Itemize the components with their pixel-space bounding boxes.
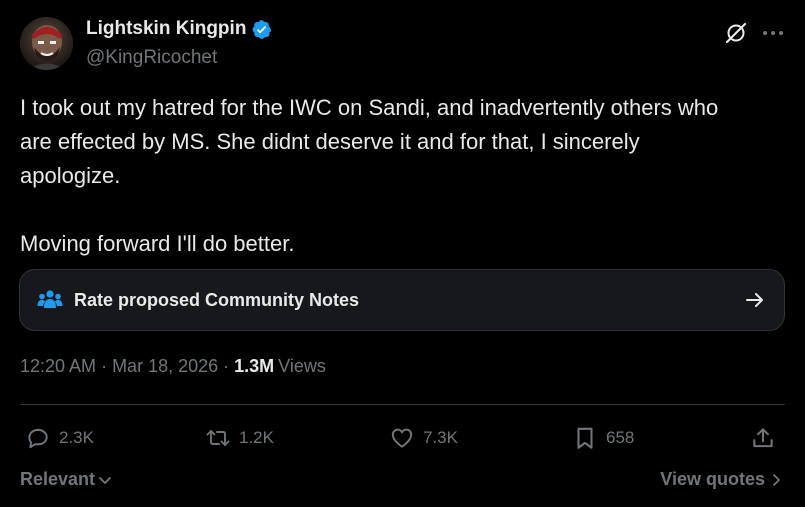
views-count[interactable]: 1.3M — [234, 356, 274, 377]
like-button[interactable]: 7.3K — [389, 424, 458, 452]
tweet-time[interactable]: 12:20 AM — [20, 356, 96, 377]
tweet-text-line: apologize. — [20, 163, 121, 188]
reply-icon — [25, 425, 51, 451]
community-notes-label: Rate proposed Community Notes — [74, 290, 360, 310]
people-icon — [37, 289, 63, 311]
heart-icon — [389, 425, 415, 451]
share-button[interactable] — [750, 424, 776, 452]
divider — [20, 404, 785, 405]
like-count: 7.3K — [423, 428, 458, 447]
reply-count: 2.3K — [59, 428, 94, 447]
arrow-right-icon — [744, 289, 766, 311]
more-icon[interactable] — [759, 20, 787, 46]
grok-icon[interactable] — [723, 20, 749, 46]
community-notes-button[interactable]: Rate proposed Community Notes — [19, 269, 785, 331]
verified-badge-icon[interactable] — [251, 19, 272, 40]
tweet-text: I took out my hatred for the IWC on Sand… — [20, 91, 790, 261]
view-quotes-link[interactable]: View quotes — [660, 469, 781, 490]
chevron-down-icon — [98, 473, 112, 487]
tweet-text-line: are effected by MS. She didnt deserve it… — [20, 129, 640, 154]
repost-count: 1.2K — [239, 428, 274, 447]
tweet-meta: 12:20 AM · Mar 18, 2026 · 1.3M Views — [20, 356, 326, 377]
repost-icon — [205, 425, 231, 451]
author-name-row[interactable]: Lightskin Kingpin — [86, 18, 272, 40]
tweet-date[interactable]: Mar 18, 2026 — [112, 356, 218, 377]
sort-replies-dropdown[interactable]: Relevant — [20, 469, 112, 490]
sort-label: Relevant — [20, 469, 96, 489]
author-display-name[interactable]: Lightskin Kingpin — [86, 18, 246, 40]
views-label: Views — [278, 356, 326, 376]
bookmark-count: 658 — [606, 428, 635, 447]
tweet-text-line: Moving forward I'll do better. — [20, 231, 295, 256]
reply-button[interactable]: 2.3K — [25, 424, 94, 452]
tweet: Lightskin Kingpin @KingRicochet I took o… — [0, 0, 805, 507]
bookmark-button[interactable]: 658 — [572, 424, 634, 452]
avatar[interactable] — [20, 17, 73, 70]
view-quotes-label: View quotes — [660, 469, 765, 489]
meta-separator: · — [223, 356, 230, 376]
bookmark-icon — [572, 425, 598, 451]
tweet-text-line: I took out my hatred for the IWC on Sand… — [20, 95, 719, 120]
share-icon — [750, 425, 776, 451]
repost-button[interactable]: 1.2K — [205, 424, 274, 452]
meta-separator: · — [101, 356, 108, 376]
author-handle[interactable]: @KingRicochet — [86, 47, 217, 69]
chevron-right-icon — [771, 473, 781, 487]
avatar-image — [20, 17, 73, 70]
